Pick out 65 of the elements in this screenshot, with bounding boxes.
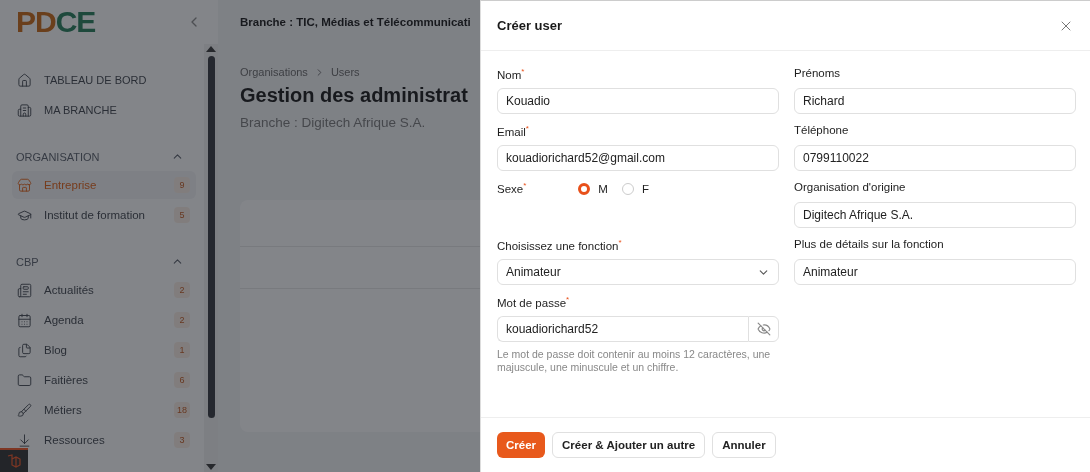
store-icon	[17, 177, 32, 193]
field-label: Téléphone	[794, 124, 850, 138]
brush-icon	[17, 402, 32, 418]
breadcrumb-link[interactable]: Users	[330, 66, 360, 78]
text-field[interactable]: 0799110022	[794, 145, 1076, 171]
graduation-cap-icon	[17, 207, 32, 223]
radio-label: F	[641, 182, 649, 195]
header-title: Branche : TIC, Médias et Télécommunicati	[240, 16, 471, 28]
field-label: Email$^{*}$	[497, 124, 530, 139]
logo-icon	[7, 454, 21, 468]
field-label: Choisissez une fonction$^{*}$	[497, 238, 623, 253]
count-badge: 3	[174, 432, 190, 448]
download-icon	[17, 432, 32, 448]
page-subtitle: Branche : Digitech Afrique S.A.	[240, 115, 426, 130]
count-badge: 5	[174, 207, 190, 223]
field-label: Mot de passe$^{*}$	[497, 295, 571, 310]
text-field[interactable]: Richard	[794, 88, 1076, 114]
create-button[interactable]: Créer	[497, 432, 546, 458]
nav-item[interactable]: Ressources 3	[12, 426, 196, 454]
radio-button[interactable]	[578, 182, 591, 195]
nav-item[interactable]: Agenda 2	[12, 306, 196, 334]
page-title: Gestion des administrat	[240, 84, 468, 107]
nav-item[interactable]: TABLEAU DE BORD	[12, 66, 196, 94]
files-icon	[17, 342, 32, 358]
field-label: Prénoms	[794, 67, 842, 81]
eye-off-icon[interactable]	[748, 316, 779, 342]
secondary-button[interactable]: Créer & Ajouter un autre	[552, 432, 706, 458]
radio-button[interactable]	[621, 182, 634, 195]
text-field[interactable]: Kouadio	[497, 88, 779, 114]
field-label: Organisation d'origine	[794, 181, 907, 195]
nav-item[interactable]: Entreprise 9	[12, 171, 196, 199]
count-badge: 2	[174, 312, 190, 328]
home-icon	[17, 72, 32, 88]
nav-item[interactable]: MA BRANCHE	[12, 96, 196, 124]
nav-item[interactable]: Actualités 2	[12, 276, 196, 304]
count-badge: 18	[174, 402, 190, 418]
count-badge: 6	[174, 372, 190, 388]
calendar-icon	[17, 312, 32, 328]
count-badge: 9	[174, 177, 190, 193]
field-label: Sexe$^{*}$	[497, 181, 527, 196]
select-field[interactable]: Animateur	[497, 259, 779, 285]
section-title: CBP	[16, 255, 39, 268]
nav-item[interactable]: Métiers 18	[12, 396, 196, 424]
text-field[interactable]: kouadiorichard52@gmail.com	[497, 145, 779, 171]
password-field[interactable]: kouadiorichard52	[497, 316, 748, 342]
nav-item[interactable]: Blog 1	[12, 336, 196, 364]
newspaper-icon	[17, 282, 32, 298]
text-field[interactable]: Digitech Afrique S.A.	[794, 202, 1076, 228]
count-badge: 2	[174, 282, 190, 298]
section-title: ORGANISATION	[16, 150, 100, 163]
radio-label: M	[598, 182, 608, 195]
text-field[interactable]: Animateur	[794, 259, 1076, 285]
breadcrumb-link[interactable]: Organisations	[240, 66, 308, 78]
building-icon	[17, 102, 32, 118]
count-badge: 1	[174, 342, 190, 358]
field-label: Nom$^{*}$	[497, 67, 526, 82]
modal-title: Créer user	[497, 18, 563, 33]
nav-item[interactable]: Faitières 6	[12, 366, 196, 394]
logo: PDCE	[16, 7, 96, 37]
nav-item[interactable]: Institut de formation 5	[12, 201, 196, 229]
help-text: Le mot de passe doit contenir au moins 12 caractères, une majuscule, une minuscule et un chiffre.	[497, 348, 772, 374]
secondary-button[interactable]: Annuler	[712, 432, 776, 458]
logo-button[interactable]	[0, 448, 28, 472]
folder-icon	[17, 372, 32, 388]
field-label: Plus de détails sur la fonction	[794, 238, 945, 252]
